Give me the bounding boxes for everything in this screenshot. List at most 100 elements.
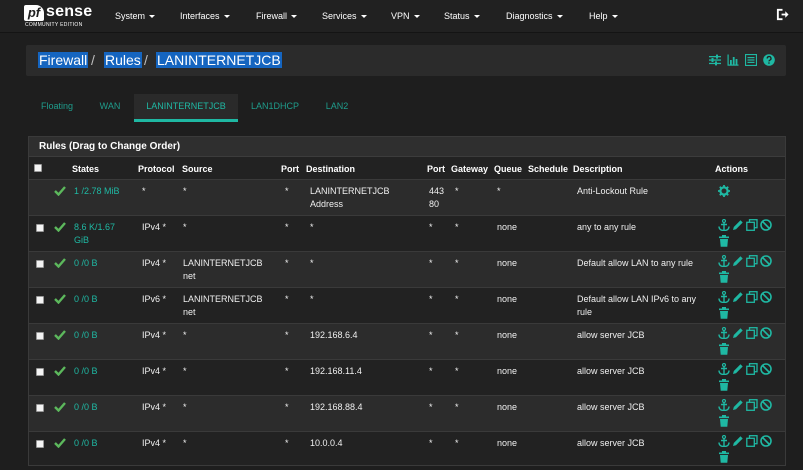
ban-icon[interactable] [760,327,772,339]
anchor-icon[interactable] [718,363,730,375]
col-schedule[interactable]: Schedule [528,164,568,174]
col-queue[interactable]: Queue [494,164,522,174]
anchor-icon[interactable] [718,327,730,339]
pencil-icon[interactable] [732,219,744,231]
destination-line1: * [310,222,314,232]
tab-laninternetjcb[interactable]: LANINTERNETJCB [134,94,238,122]
ban-icon[interactable] [760,399,772,411]
nav-interfaces-menu[interactable]: Interfaces [180,0,230,33]
breadcrumb-firewall-link[interactable]: Firewall [38,52,89,68]
rule-states[interactable]: 0 /0 B [74,293,98,306]
col-protocol[interactable]: Protocol [138,164,175,174]
anchor-icon[interactable] [718,291,730,303]
col-dest-port[interactable]: Port [427,164,445,174]
nav-help-menu[interactable]: Help [589,0,618,33]
copy-icon[interactable] [746,363,758,375]
rule-select-checkbox[interactable] [36,224,44,232]
bar-chart-icon[interactable] [727,54,739,66]
rule-states[interactable]: 0 /0 B [74,329,98,342]
col-destination[interactable]: Destination [306,164,355,174]
rule-states[interactable]: 0 /0 B [74,401,98,414]
rule-states[interactable]: 0 /0 B [74,437,98,450]
rule-destination: 192.168.11.4 [310,365,362,378]
sliders-icon[interactable] [709,54,721,66]
trash-icon[interactable] [718,379,730,391]
trash-icon[interactable] [718,451,730,463]
table-row[interactable]: 0 /0 B IPv4 * * * 10.0.0.4 * * none allo… [29,431,785,465]
anchor-icon[interactable] [718,435,730,447]
gear-icon[interactable] [718,185,730,197]
copy-icon[interactable] [746,435,758,447]
copy-icon[interactable] [746,399,758,411]
anchor-icon[interactable] [718,255,730,267]
copy-icon[interactable] [746,327,758,339]
rule-select-checkbox[interactable] [36,440,44,448]
table-row[interactable]: 0 /0 B IPv4 * * * 192.168.88.4 * * none … [29,395,785,431]
nav-vpn-menu[interactable]: VPN [391,0,420,33]
trash-icon[interactable] [718,271,730,283]
pencil-icon[interactable] [732,255,744,267]
trash-icon[interactable] [718,415,730,427]
anchor-icon[interactable] [718,219,730,231]
nav-firewall-menu[interactable]: Firewall [256,0,298,33]
rule-states[interactable]: 1 /2.78 MiB [74,185,120,198]
pfsense-logo[interactable]: pf sense COMMUNITY EDITION [24,3,96,30]
rule-select-checkbox[interactable] [36,296,44,304]
ban-icon[interactable] [760,291,772,303]
ban-icon[interactable] [760,255,772,267]
anchor-icon[interactable] [718,399,730,411]
table-row[interactable]: 0 /0 B IPv4 * LANINTERNETJCB net * * * * … [29,251,785,287]
rule-source: LANINTERNETJCB net [183,293,263,319]
ban-icon[interactable] [760,435,772,447]
rule-select-checkbox[interactable] [36,404,44,412]
nav-system-menu[interactable]: System [115,0,156,33]
table-row[interactable]: 0 /0 B IPv4 * * * 192.168.6.4 * * none a… [29,323,785,359]
dest-port-line1: * [429,402,433,412]
pencil-icon[interactable] [732,435,744,447]
rule-states[interactable]: 0 /0 B [74,365,98,378]
pencil-icon[interactable] [732,363,744,375]
nav-diagnostics-menu[interactable]: Diagnostics [506,0,563,33]
col-description[interactable]: Description [573,164,623,174]
nav-services-menu[interactable]: Services [322,0,367,33]
rule-select-checkbox[interactable] [36,260,44,268]
rule-states[interactable]: 8.6 K/1.67 GiB [74,221,115,247]
copy-icon[interactable] [746,219,758,231]
trash-icon[interactable] [718,343,730,355]
col-port[interactable]: Port [281,164,299,174]
table-row[interactable]: 8.6 K/1.67 GiB IPv4 * * * * * * none any … [29,215,785,251]
copy-icon[interactable] [746,291,758,303]
nav-diagnostics-label: Diagnostics [506,11,553,21]
col-source[interactable]: Source [182,164,213,174]
trash-icon[interactable] [718,235,730,247]
trash-icon[interactable] [718,307,730,319]
tab-lan1dhcp[interactable]: LAN1DHCP [244,94,306,122]
sign-out-icon[interactable] [776,8,789,21]
pencil-icon[interactable] [732,291,744,303]
question-circle-icon[interactable] [763,54,775,66]
rule-states[interactable]: 0 /0 B [74,257,98,270]
tab-wan[interactable]: WAN [88,94,132,122]
tab-floating[interactable]: Floating [32,94,82,122]
tab-lan2[interactable]: LAN2 [312,94,362,122]
nav-status-menu[interactable]: Status [444,0,480,33]
pencil-icon[interactable] [732,327,744,339]
copy-icon[interactable] [746,255,758,267]
ban-icon[interactable] [760,219,772,231]
ban-icon[interactable] [760,363,772,375]
rule-select-checkbox[interactable] [36,368,44,376]
table-row[interactable]: 0 /0 B IPv4 * * * 192.168.11.4 * * none … [29,359,785,395]
pencil-icon[interactable] [732,399,744,411]
col-gateway[interactable]: Gateway [451,164,488,174]
table-row[interactable]: 1 /2.78 MiB * * * LANINTERNETJCB Address … [29,179,785,215]
rule-source: * [183,329,187,342]
list-icon[interactable] [745,54,757,66]
col-states[interactable]: States [72,164,99,174]
table-row[interactable]: 0 /0 B IPv6 * LANINTERNETJCB net * * * * … [29,287,785,323]
rule-select-checkbox[interactable] [36,332,44,340]
rule-description: allow server JCB [577,329,645,342]
breadcrumb-rules-link[interactable]: Rules [104,52,142,68]
select-all-checkbox[interactable] [34,164,42,172]
description-line1: Default allow LAN to any rule [577,258,694,268]
rule-queue: none [497,438,518,448]
